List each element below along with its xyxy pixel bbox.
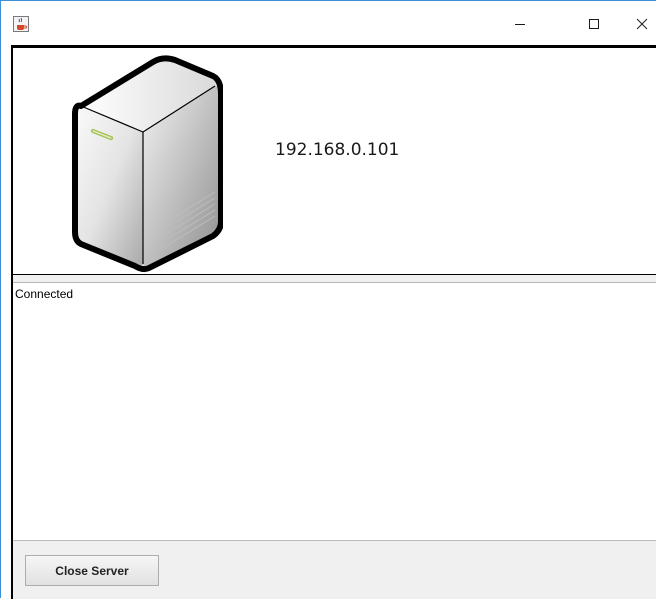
close-window-button[interactable] <box>619 9 656 39</box>
minimize-button[interactable] <box>497 9 543 39</box>
close-icon <box>636 18 648 30</box>
maximize-icon <box>589 19 599 29</box>
server-log-textarea[interactable]: Connected <box>13 283 656 541</box>
application-window: 192.168.0.101 Connected Close Server <box>0 0 656 599</box>
java-cup-icon[interactable] <box>13 16 29 32</box>
content-pane: 192.168.0.101 Connected Close Server <box>11 45 656 599</box>
server-tower-icon <box>72 55 223 273</box>
button-bar: Close Server <box>13 541 656 599</box>
title-bar[interactable] <box>1 1 656 45</box>
server-ip-address: 192.168.0.101 <box>275 140 400 160</box>
minimize-icon <box>515 24 525 25</box>
log-line: Connected <box>15 287 74 301</box>
maximize-button[interactable] <box>571 9 617 39</box>
split-divider[interactable] <box>13 275 656 283</box>
server-info-panel: 192.168.0.101 <box>13 45 656 275</box>
close-server-button[interactable]: Close Server <box>25 555 159 586</box>
